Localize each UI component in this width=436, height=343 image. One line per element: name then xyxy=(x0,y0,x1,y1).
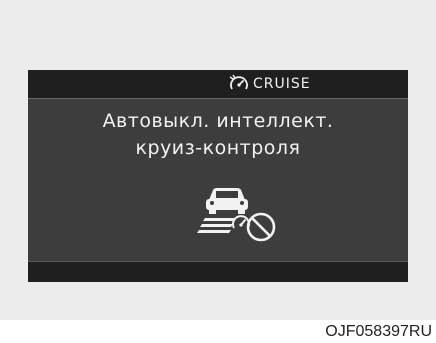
cruise-gauge-icon xyxy=(228,74,250,94)
message-line-1: Автовыкл. интеллект. xyxy=(102,110,334,132)
cruise-label: CRUISE xyxy=(253,76,311,92)
cluster-display: CRUISE Автовыкл. интеллект. круиз-контро… xyxy=(28,70,408,282)
display-footer xyxy=(28,262,408,282)
status-message: Автовыкл. интеллект. круиз-контроля xyxy=(28,108,408,162)
message-line-2: круиз-контроля xyxy=(135,137,301,159)
figure-code: OJF058397RU xyxy=(325,323,432,340)
header-divider xyxy=(28,98,408,99)
display-header: CRUISE xyxy=(28,70,408,98)
cruise-indicator: CRUISE xyxy=(228,73,311,95)
smart-cruise-disabled-icon xyxy=(195,182,281,244)
figure-background: CRUISE Автовыкл. интеллект. круиз-контро… xyxy=(0,0,436,320)
